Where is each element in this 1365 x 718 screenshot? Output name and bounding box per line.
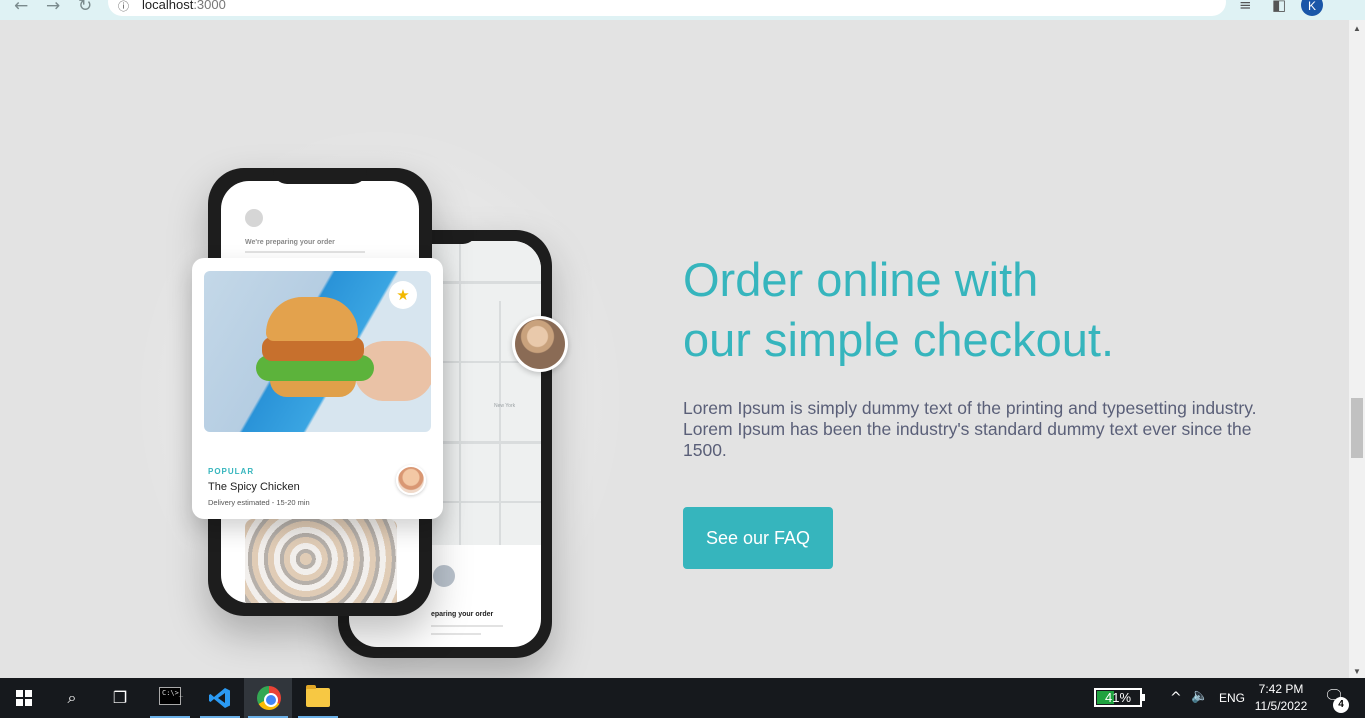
scroll-up-arrow[interactable]: ▲ xyxy=(1353,24,1361,33)
placeholder-line xyxy=(431,625,503,627)
courier-avatar xyxy=(431,563,457,589)
browser-toolbar: ← → ↻ ⓘ localhost:3000 ⇪ ☆ ≡ ◧ K xyxy=(0,0,1365,20)
user-avatar xyxy=(245,209,263,227)
burger-photo: ★ xyxy=(204,271,431,432)
clock-time: 7:42 PM xyxy=(1258,682,1304,696)
terminal-app[interactable]: C:\>_ xyxy=(146,678,194,718)
side-panel-icon[interactable]: ◧ xyxy=(1272,0,1286,14)
bookmark-star-icon[interactable]: ☆ xyxy=(1200,0,1213,2)
share-icon[interactable]: ⇪ xyxy=(1168,0,1181,2)
page-content: New York eparing your order We're prepar… xyxy=(0,20,1349,678)
reload-icon[interactable]: ↻ xyxy=(78,0,92,16)
forward-icon[interactable]: → xyxy=(46,0,60,16)
search-icon[interactable]: ⌕ xyxy=(48,678,96,718)
phone-notch xyxy=(273,168,367,184)
media-controls-icon[interactable]: ≡ xyxy=(1239,0,1252,14)
url-port: :3000 xyxy=(193,0,226,12)
chrome-icon xyxy=(257,686,281,710)
url-text[interactable]: localhost:3000 xyxy=(142,0,226,12)
battery-indicator[interactable]: 41% xyxy=(1094,688,1145,707)
scroll-thumb[interactable] xyxy=(1351,398,1363,458)
language-indicator[interactable]: ENG xyxy=(1219,691,1245,705)
preparing-order-title: eparing your order xyxy=(431,611,494,618)
page-scrollbar[interactable]: ▲ ▼ xyxy=(1349,20,1365,678)
clock[interactable]: 7:42 PM 11/5/2022 xyxy=(1250,681,1312,715)
vscode-app[interactable] xyxy=(196,678,244,718)
preparing-order-title: We're preparing your order xyxy=(245,239,335,246)
chef-avatar xyxy=(396,465,426,495)
volume-icon[interactable]: 🔈 xyxy=(1191,688,1208,704)
star-icon: ★ xyxy=(389,281,417,309)
url-host: localhost xyxy=(142,0,194,12)
windows-taskbar: ⌕ ❐ C:\>_ 41% ^ 🔈 ENG 7:42 PM 11/5/2022 … xyxy=(0,678,1365,718)
clock-date: 11/5/2022 xyxy=(1254,699,1308,713)
hero-body-text: Lorem Ipsum is simply dummy text of the … xyxy=(683,398,1257,460)
delivery-estimate: Delivery estimated - 15-20 min xyxy=(208,498,310,507)
hero-headline: Order online with our simple checkout. xyxy=(683,250,1303,370)
battery-percent: 41% xyxy=(1104,690,1132,705)
food-photo xyxy=(245,519,397,603)
food-title: The Spicy Chicken xyxy=(208,481,300,493)
file-explorer-app[interactable] xyxy=(294,678,342,718)
address-bar[interactable]: ⓘ localhost:3000 ⇪ ☆ xyxy=(108,0,1226,16)
popular-tag: POPULAR xyxy=(208,467,255,476)
map-label-city: New York xyxy=(494,403,516,409)
windows-logo-icon xyxy=(16,690,32,706)
customer-avatar xyxy=(512,316,568,372)
food-card: ★ POPULAR The Spicy Chicken Delivery est… xyxy=(192,258,443,519)
placeholder-line xyxy=(431,633,481,635)
placeholder-line xyxy=(245,251,365,253)
chrome-app[interactable] xyxy=(244,678,292,718)
start-button[interactable] xyxy=(0,678,48,718)
folder-icon xyxy=(306,685,330,707)
tray-chevron-icon[interactable]: ^ xyxy=(1170,690,1182,706)
task-view-icon[interactable]: ❐ xyxy=(96,678,144,718)
see-faq-button[interactable]: See our FAQ xyxy=(683,507,833,569)
profile-avatar[interactable]: K xyxy=(1301,0,1323,16)
scroll-down-arrow[interactable]: ▼ xyxy=(1353,667,1361,676)
vscode-icon xyxy=(209,688,230,708)
headline-line-2: our simple checkout. xyxy=(683,313,1115,366)
back-icon[interactable]: ← xyxy=(14,0,28,16)
notifications-count-badge: 4 xyxy=(1333,697,1349,713)
site-info-icon[interactable]: ⓘ xyxy=(118,0,129,14)
terminal-icon: C:\>_ xyxy=(159,687,183,705)
headline-line-1: Order online with xyxy=(683,253,1039,306)
